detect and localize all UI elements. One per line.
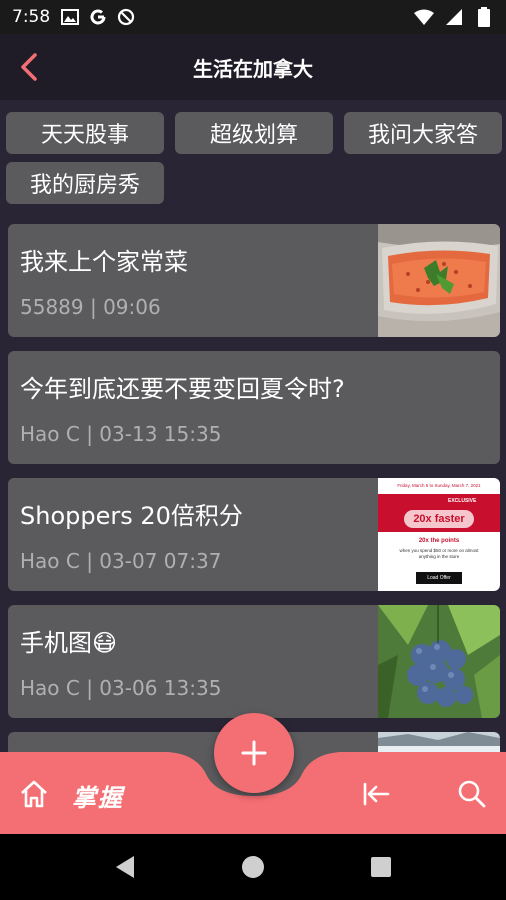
add-post-button[interactable] xyxy=(214,713,294,793)
status-left: 7:58 xyxy=(12,7,136,27)
back-triangle-icon[interactable] xyxy=(112,854,138,880)
ad-brand: EXCLUSIVE xyxy=(448,498,477,504)
wifi-icon xyxy=(414,7,434,27)
cell-signal-icon xyxy=(444,7,464,27)
google-icon xyxy=(88,7,108,27)
post-meta: 55889 | 09:06 xyxy=(20,295,161,319)
search-icon xyxy=(458,780,486,808)
post-title: 今年到底还要不要变回夏令时? xyxy=(20,375,345,403)
system-nav-bar xyxy=(0,834,506,900)
app-bar: 生活在加拿大 xyxy=(0,34,506,100)
status-bar: 7:58 xyxy=(0,0,506,34)
list-item[interactable]: Shoppers 20倍积分 Hao C | 03-07 07:37 Frida… xyxy=(8,478,500,591)
ad-date-line: Friday, March 5 to Sunday, March 7, 2021 xyxy=(378,478,500,494)
post-title: 我来上个家常菜 xyxy=(20,248,188,276)
post-thumbnail xyxy=(378,605,500,718)
back-button[interactable] xyxy=(14,50,44,84)
status-right xyxy=(414,7,494,27)
ad-sub: 20x the points xyxy=(418,538,460,544)
post-meta: Hao C | 03-06 13:35 xyxy=(20,676,222,700)
post-title: Shoppers 20倍积分 xyxy=(20,502,243,530)
status-time: 7:58 xyxy=(12,7,51,27)
post-title: 手机图😷 xyxy=(20,629,118,657)
list-item[interactable]: 今年到底还要不要变回夏令时? Hao C | 03-13 15:35 xyxy=(8,351,500,464)
post-meta: Hao C | 03-13 15:35 xyxy=(20,422,222,446)
search-button[interactable] xyxy=(456,778,488,810)
chip-deals[interactable]: 超级划算 xyxy=(175,112,333,154)
list-item[interactable]: 手机图😷 Hao C | 03-06 13:35 xyxy=(8,605,500,718)
chip-qa[interactable]: 我问大家答 xyxy=(344,112,502,154)
chip-stocks[interactable]: 天天股事 xyxy=(6,112,164,154)
collapse-left-icon xyxy=(363,782,390,806)
ad-button: Load Offer xyxy=(416,572,462,584)
collapse-button[interactable] xyxy=(360,778,392,810)
ad-headline: 20x faster xyxy=(404,510,474,528)
list-item[interactable]: 我来上个家常菜 55889 | 09:06 xyxy=(8,224,500,337)
do-not-disturb-icon xyxy=(116,7,136,27)
post-thumbnail: Friday, March 5 to Sunday, March 7, 2021… xyxy=(378,478,500,591)
battery-icon xyxy=(474,7,494,27)
gallery-icon xyxy=(60,7,80,27)
home-icon xyxy=(21,780,47,808)
post-thumbnail xyxy=(378,224,500,337)
recents-square-icon[interactable] xyxy=(368,854,394,880)
plus-icon xyxy=(241,740,267,766)
page-title: 生活在加拿大 xyxy=(193,56,313,81)
home-circle-icon[interactable] xyxy=(240,854,266,880)
home-button[interactable] xyxy=(18,778,50,810)
nav-label[interactable]: 掌握 xyxy=(72,778,124,813)
chip-kitchen[interactable]: 我的厨房秀 xyxy=(6,162,164,204)
ad-desc: when you spend $50 or more on almost any… xyxy=(399,548,479,559)
post-meta: Hao C | 03-07 07:37 xyxy=(20,549,222,573)
back-chevron-icon xyxy=(21,53,37,81)
